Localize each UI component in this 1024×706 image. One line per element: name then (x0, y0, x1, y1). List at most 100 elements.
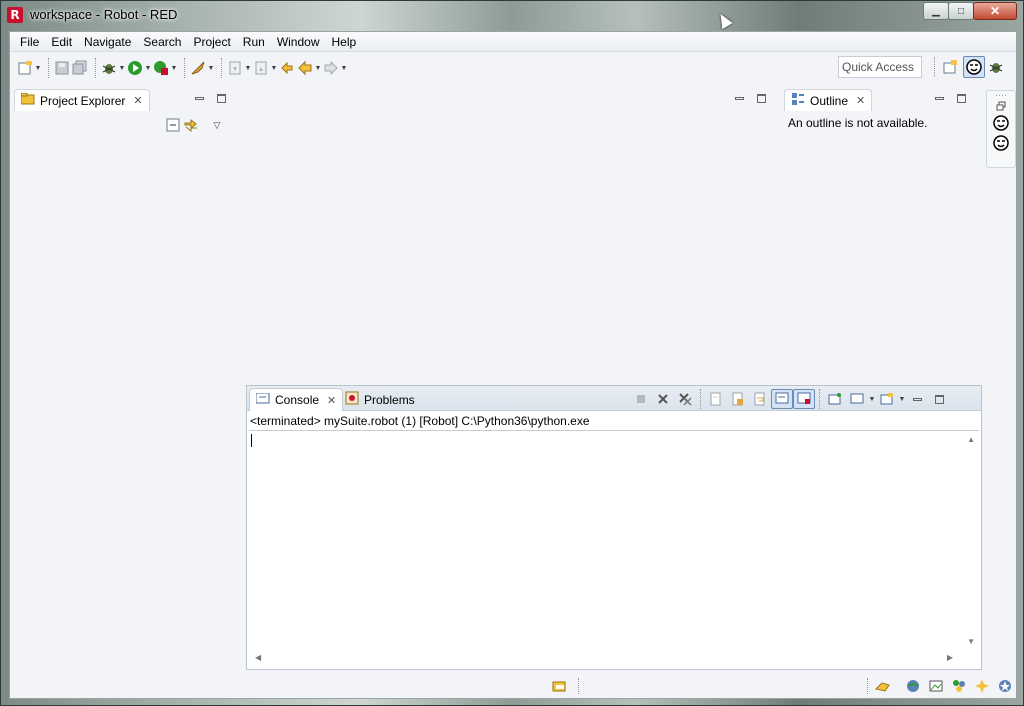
perspective-switcher (930, 56, 1005, 78)
minimize-button[interactable]: ▁ (923, 2, 949, 20)
restore-icon[interactable] (987, 101, 1015, 111)
toolbar-separator (95, 58, 96, 78)
menu-bar: File Edit Navigate Search Project Run Wi… (10, 32, 1016, 52)
maximize-view-icon[interactable] (210, 90, 232, 106)
maximize-view-icon[interactable] (950, 90, 972, 106)
menu-search[interactable]: Search (137, 32, 187, 52)
help-icon[interactable] (874, 677, 892, 695)
prev-annotation-dropdown-icon[interactable]: ▼ (270, 59, 278, 77)
back-dropdown-icon[interactable]: ▼ (314, 59, 322, 77)
robot-view-icon[interactable] (987, 135, 1015, 151)
minimized-views-trim: ···· (986, 90, 1016, 168)
debug-perspective-icon[interactable] (987, 58, 1005, 76)
next-annotation-dropdown-icon[interactable]: ▼ (244, 59, 252, 77)
link-with-editor-icon[interactable] (182, 116, 200, 134)
show-on-stdout-icon[interactable] (771, 389, 793, 409)
console-toolbar: ▼ ▼ (630, 389, 950, 409)
title-bar[interactable]: R workspace - Robot - RED ▁ □ ✕ (1, 1, 1023, 31)
minimize-editor-icon[interactable] (728, 90, 750, 106)
robot-perspective-icon[interactable] (963, 56, 985, 78)
close-tab-icon[interactable]: ✕ (133, 94, 142, 107)
menu-help[interactable]: Help (326, 32, 363, 52)
scroll-left-icon[interactable]: ◀ (255, 653, 261, 662)
trim-grip-icon[interactable]: ···· (987, 91, 1015, 100)
outline-icon (791, 92, 805, 109)
menu-run[interactable]: Run (237, 32, 271, 52)
scroll-right-icon[interactable]: ▶ (947, 653, 953, 662)
pin-console-icon[interactable] (824, 389, 846, 409)
main-toolbar: ▼ ▼ ▼ ▼ ▼ ▼ ▼ ▼ ▼ Quick Access (10, 53, 1016, 83)
open-type-icon[interactable] (189, 59, 207, 77)
clear-console-icon[interactable] (705, 389, 727, 409)
star-icon[interactable] (996, 677, 1014, 695)
toolbar-separator (48, 58, 49, 78)
tab-console[interactable]: Console ✕ (249, 388, 344, 411)
next-annotation-icon[interactable] (226, 59, 244, 77)
tab-label: Outline (810, 93, 849, 108)
last-edit-icon[interactable] (278, 59, 296, 77)
back-icon[interactable] (296, 59, 314, 77)
menu-file[interactable]: File (14, 32, 45, 52)
plugins-icon[interactable] (950, 677, 968, 695)
open-console-icon[interactable] (876, 389, 898, 409)
prev-annotation-icon[interactable] (252, 59, 270, 77)
menu-window[interactable]: Window (271, 32, 326, 52)
scroll-lock-icon[interactable] (727, 389, 749, 409)
new-dropdown-icon[interactable]: ▼ (34, 59, 42, 77)
quick-access-input[interactable]: Quick Access (838, 56, 922, 78)
forward-dropdown-icon[interactable]: ▼ (340, 59, 348, 77)
debug-icon[interactable] (100, 59, 118, 77)
forward-icon[interactable] (322, 59, 340, 77)
close-button[interactable]: ✕ (973, 2, 1017, 20)
external-tools-dropdown-icon[interactable]: ▼ (170, 59, 178, 77)
menu-edit[interactable]: Edit (45, 32, 78, 52)
remove-launch-icon[interactable] (652, 389, 674, 409)
tab-label: Console (275, 393, 320, 407)
run-icon[interactable] (126, 59, 144, 77)
run-dropdown-icon[interactable]: ▼ (144, 59, 152, 77)
terminate-icon[interactable] (630, 389, 652, 409)
open-perspective-icon[interactable] (941, 58, 959, 76)
open-console-dropdown-icon[interactable]: ▼ (898, 390, 906, 408)
robot-view-icon[interactable] (987, 115, 1015, 131)
window-title: workspace - Robot - RED (30, 7, 178, 22)
folder-icon (20, 92, 35, 108)
tab-outline[interactable]: Outline ✕ (784, 89, 873, 111)
view-menu-icon[interactable]: ▽ (208, 116, 226, 134)
tab-problems[interactable]: Problems (339, 388, 421, 411)
external-tools-icon[interactable] (152, 59, 170, 77)
scroll-up-icon[interactable]: ▲ (967, 435, 975, 444)
save-all-icon[interactable] (71, 59, 89, 77)
maximize-editor-icon[interactable] (750, 90, 772, 106)
word-wrap-icon[interactable] (749, 389, 771, 409)
new-icon[interactable] (16, 59, 34, 77)
sparkle-icon[interactable] (973, 677, 991, 695)
remove-all-terminated-icon[interactable] (674, 389, 696, 409)
minimize-view-icon[interactable] (188, 90, 210, 106)
console-output[interactable]: ▲ ▼ ◀ ▶ (249, 430, 979, 668)
maximize-button[interactable]: □ (948, 2, 974, 20)
display-selected-console-icon[interactable] (846, 389, 868, 409)
display-selected-console-dropdown-icon[interactable]: ▼ (868, 390, 876, 408)
show-on-stderr-icon[interactable] (793, 389, 815, 409)
outline-message: An outline is not available. (788, 116, 928, 130)
scroll-down-icon[interactable]: ▼ (967, 637, 975, 646)
minimize-view-icon[interactable] (906, 391, 928, 407)
tab-project-explorer[interactable]: Project Explorer ✕ (14, 89, 150, 111)
debug-dropdown-icon[interactable]: ▼ (118, 59, 126, 77)
open-type-dropdown-icon[interactable]: ▼ (207, 59, 215, 77)
menu-project[interactable]: Project (187, 32, 236, 52)
outline-tabs: Outline ✕ (784, 88, 873, 112)
progress-icon[interactable] (551, 677, 569, 695)
close-tab-icon[interactable]: ✕ (327, 394, 336, 407)
maximize-view-icon[interactable] (928, 391, 950, 407)
menu-navigate[interactable]: Navigate (78, 32, 137, 52)
image-icon[interactable] (927, 677, 945, 695)
save-icon[interactable] (53, 59, 71, 77)
minimize-view-icon[interactable] (928, 90, 950, 106)
collapse-all-icon[interactable] (164, 116, 182, 134)
close-tab-icon[interactable]: ✕ (856, 94, 865, 107)
toolbar-separator (934, 57, 935, 77)
tab-label: Problems (364, 392, 415, 407)
globe-icon[interactable] (904, 677, 922, 695)
